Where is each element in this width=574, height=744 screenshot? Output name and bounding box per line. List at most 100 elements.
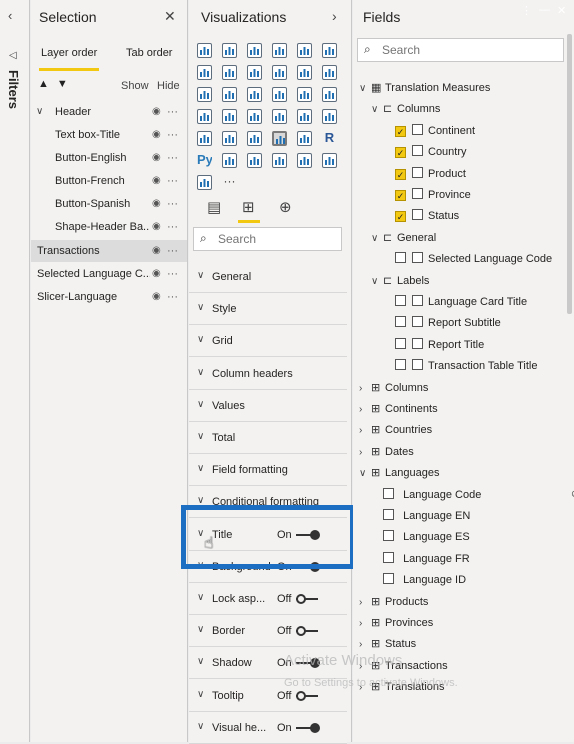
hide-all-button[interactable]: Hide xyxy=(157,80,180,92)
tree-table[interactable]: › ⊞ Provinces xyxy=(359,613,433,633)
chevron-down-icon[interactable]: ∨ xyxy=(371,100,383,120)
chevron-down-icon[interactable]: ∨ xyxy=(197,431,204,442)
tree-table[interactable]: › ⊞ Columns xyxy=(359,378,428,398)
chevron-down-icon[interactable]: ∨ xyxy=(197,302,204,313)
tree-field[interactable]: Report Title xyxy=(395,335,484,355)
tree-field[interactable]: Product xyxy=(395,164,466,184)
more-options-icon[interactable]: ··· xyxy=(167,101,178,123)
tree-table[interactable]: › ⊞ Continents xyxy=(359,399,438,419)
tree-table[interactable]: › ⊞ Countries xyxy=(359,420,432,440)
eye-icon[interactable]: ◉ xyxy=(152,240,161,262)
chevron-down-icon[interactable]: ∨ xyxy=(197,656,204,667)
field-checkbox[interactable] xyxy=(395,252,406,264)
chevron-down-icon[interactable]: ∨ xyxy=(371,229,383,249)
paint-roller-icon[interactable]: ⊞ xyxy=(242,198,255,216)
shape-map-visual-icon[interactable] xyxy=(247,109,262,124)
ribbon-visual-icon[interactable] xyxy=(322,65,337,80)
qa-visual-icon[interactable] xyxy=(272,153,287,168)
pie-visual-icon[interactable] xyxy=(272,87,287,102)
kpi-visual-icon[interactable] xyxy=(222,131,237,146)
chevron-right-icon[interactable]: › xyxy=(359,614,371,634)
layer-item[interactable]: Button-French ◉ ··· xyxy=(31,170,187,192)
chevron-down-icon[interactable]: ∨ xyxy=(197,721,204,732)
format-card[interactable]: ∨ Column headers xyxy=(189,358,347,390)
more-options-icon[interactable]: ··· xyxy=(167,124,178,146)
field-checkbox[interactable] xyxy=(395,295,406,306)
window-close-icon[interactable]: ✕ xyxy=(557,4,566,17)
tree-folder-columns[interactable]: ∨ ⊏ Columns xyxy=(371,99,440,119)
field-checkbox[interactable] xyxy=(383,487,394,499)
tree-field[interactable]: Language ES xyxy=(383,527,470,547)
more-options-icon[interactable]: ··· xyxy=(167,286,178,308)
format-card[interactable]: ∨ Visual he... On xyxy=(189,712,347,744)
table-visual-icon[interactable] xyxy=(272,109,287,124)
window-minimize-icon[interactable]: — xyxy=(539,4,550,16)
fields-scrollbar[interactable] xyxy=(567,34,572,314)
eye-icon[interactable]: ◉ xyxy=(152,124,161,146)
layer-item[interactable]: Button-English ◉ ··· xyxy=(31,147,187,169)
chevron-down-icon[interactable]: ∨ xyxy=(36,101,43,123)
more-options-icon[interactable]: ··· xyxy=(167,216,178,238)
tab-layer-order[interactable]: Layer order xyxy=(41,47,97,59)
format-card[interactable]: ∨ Values xyxy=(189,390,347,422)
key-influencers-visual-icon[interactable] xyxy=(222,153,237,168)
move-down-icon[interactable]: ▼ xyxy=(57,78,76,90)
card-visual-icon[interactable] xyxy=(322,109,337,124)
chevron-down-icon[interactable]: ∨ xyxy=(197,592,204,603)
close-icon[interactable]: ✕ xyxy=(164,8,176,25)
tree-folder-labels[interactable]: ∨ ⊏ Labels xyxy=(371,271,429,291)
chevron-down-icon[interactable]: ∨ xyxy=(359,79,371,99)
more-options-icon[interactable]: ··· xyxy=(167,193,178,215)
show-all-button[interactable]: Show xyxy=(121,80,149,92)
chevron-down-icon[interactable]: ∨ xyxy=(197,399,204,410)
treemap-visual-icon[interactable] xyxy=(322,87,337,102)
tab-tab-order[interactable]: Tab order xyxy=(126,47,172,59)
more-options-icon[interactable]: ··· xyxy=(167,263,178,285)
tree-table[interactable]: › ⊞ Dates xyxy=(359,442,414,462)
more-options-icon[interactable]: ··· xyxy=(167,147,178,169)
python-visual-visual-icon[interactable]: Py xyxy=(197,153,212,168)
toggle-switch[interactable] xyxy=(296,626,322,637)
tree-field[interactable]: Language Code⊘ xyxy=(383,485,574,505)
move-up-down-arrows[interactable]: ▲▼ xyxy=(38,78,76,90)
gauge-visual-icon[interactable] xyxy=(297,109,312,124)
more-options-icon[interactable]: ··· xyxy=(167,240,178,262)
tree-field[interactable]: Report Subtitle xyxy=(395,313,501,333)
chevron-down-icon[interactable]: ∨ xyxy=(359,464,371,484)
more-visual-icon[interactable]: ··· xyxy=(222,175,237,190)
chevron-right-icon[interactable]: › xyxy=(359,593,371,613)
format-search-box[interactable]: ⌕ xyxy=(193,227,342,251)
format-card[interactable]: ∨ General xyxy=(189,262,347,293)
line-clustered-visual-icon[interactable] xyxy=(297,65,312,80)
table-grid-visual-icon[interactable] xyxy=(272,131,287,146)
tree-table-languages[interactable]: ∨ ⊞ Languages xyxy=(359,463,439,483)
decomposition-tree-visual-icon[interactable] xyxy=(247,153,262,168)
waterfall-visual-icon[interactable] xyxy=(197,87,212,102)
field-checkbox[interactable] xyxy=(383,551,394,563)
eye-icon[interactable]: ◉ xyxy=(152,147,161,169)
donut-visual-icon[interactable] xyxy=(297,87,312,102)
scatter-visual-icon[interactable] xyxy=(247,87,262,102)
toggle-switch[interactable] xyxy=(296,690,322,701)
smart-narrative-visual-icon[interactable] xyxy=(297,153,312,168)
slicer-visual-icon[interactable] xyxy=(247,131,262,146)
tree-field[interactable]: Language EN xyxy=(383,506,470,526)
eye-icon[interactable]: ◉ xyxy=(152,193,161,215)
chevron-right-icon[interactable]: › xyxy=(332,8,337,24)
eye-icon[interactable]: ◉ xyxy=(152,263,161,285)
fields-well-icon[interactable]: ▤ xyxy=(207,198,221,216)
chevron-down-icon[interactable]: ∨ xyxy=(197,367,204,378)
eye-icon[interactable]: ◉ xyxy=(152,286,161,308)
chevron-right-icon[interactable]: › xyxy=(359,379,371,399)
toggle-switch[interactable] xyxy=(296,594,322,604)
layer-item[interactable]: Text box-Title ◉ ··· xyxy=(31,124,187,146)
chevron-down-icon[interactable]: ∨ xyxy=(197,689,204,700)
format-card[interactable]: ∨ Lock asp... Off xyxy=(189,584,347,615)
field-checkbox[interactable] xyxy=(395,211,406,223)
tree-field[interactable]: Continent xyxy=(395,121,475,141)
tree-field[interactable]: Selected Language Code xyxy=(395,249,552,269)
tree-field[interactable]: Transaction Table Title xyxy=(395,356,537,376)
layer-item[interactable]: Slicer-Language ◉ ··· xyxy=(31,286,187,308)
chevron-down-icon[interactable]: ∨ xyxy=(371,272,383,292)
chevron-down-icon[interactable]: ∨ xyxy=(197,334,204,345)
